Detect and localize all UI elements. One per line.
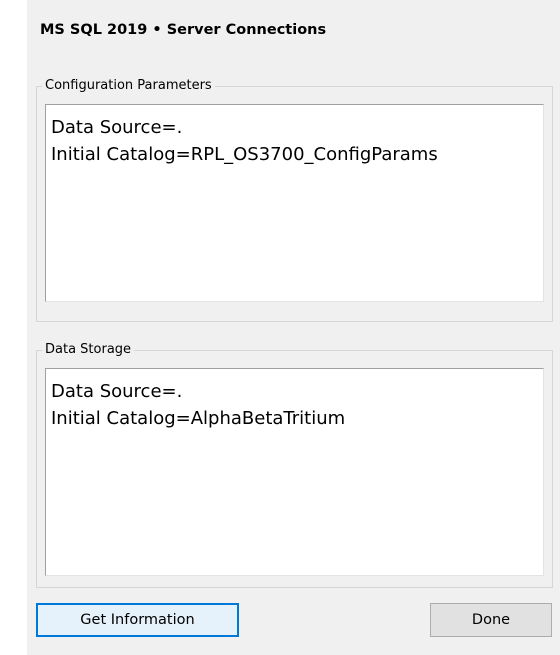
configuration-parameters-textbox[interactable]: Data Source=. Initial Catalog=RPL_OS3700… [45, 104, 544, 302]
done-button[interactable]: Done [430, 603, 552, 637]
config-line-initial-catalog: Initial Catalog=RPL_OS3700_ConfigParams [51, 144, 438, 165]
config-line-data-source: Data Source=. [51, 117, 183, 138]
data-storage-legend: Data Storage [42, 341, 135, 359]
configuration-parameters-group: Configuration Parameters Data Source=. I… [36, 77, 553, 322]
configuration-parameters-legend: Configuration Parameters [42, 77, 215, 95]
storage-line-initial-catalog: Initial Catalog=AlphaBetaTritium [51, 408, 346, 429]
data-storage-textbox[interactable]: Data Source=. Initial Catalog=AlphaBetaT… [45, 368, 544, 576]
storage-line-data-source: Data Source=. [51, 381, 183, 402]
dialog-title: MS SQL 2019 • Server Connections [40, 22, 327, 38]
server-connections-dialog: MS SQL 2019 • Server Connections Configu… [27, 0, 560, 655]
data-storage-group: Data Storage Data Source=. Initial Catal… [36, 341, 553, 588]
get-information-button[interactable]: Get Information [36, 603, 239, 637]
